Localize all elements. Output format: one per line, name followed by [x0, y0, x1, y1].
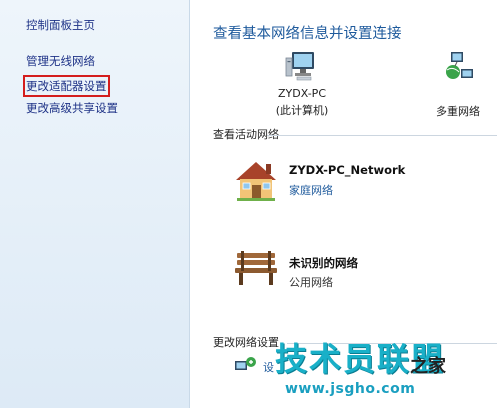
computer-icon: [285, 52, 314, 81]
sidebar-item-control-panel-home[interactable]: 控制面板主页: [26, 17, 95, 33]
watermark-secondary-text: 之家: [410, 356, 446, 377]
sidebar-item-change-adapter-settings[interactable]: 更改适配器设置: [23, 75, 110, 97]
multi-network-node[interactable]: 多重网络: [423, 50, 493, 119]
setup-connection-link[interactable]: 设: [263, 359, 274, 375]
page-title: 查看基本网络信息并设置连接: [213, 26, 402, 42]
home-house-icon: [236, 162, 276, 201]
section-divider: [267, 135, 497, 136]
computer-name: ZYDX-PC: [278, 87, 326, 100]
public-bench-icon: [235, 251, 277, 285]
computer-sub-label: (此计算机): [275, 104, 329, 117]
sidebar-item-manage-wireless[interactable]: 管理无线网络: [26, 53, 95, 69]
network-type-home[interactable]: 家庭网络: [289, 182, 333, 198]
change-settings-header: 更改网络设置: [213, 336, 279, 349]
network-type-public[interactable]: 公用网络: [289, 274, 333, 290]
sidebar-item-advanced-sharing[interactable]: 更改高级共享设置: [26, 100, 118, 116]
multi-network-label: 多重网络: [436, 105, 480, 118]
network-globe-icon: [446, 52, 473, 79]
active-networks-header: 查看活动网络: [213, 128, 279, 141]
watermark-url: www.jsgho.com: [285, 381, 416, 397]
network-name-home: ZYDX-PC_Network: [289, 163, 406, 177]
network-name-unidentified: 未识别的网络: [289, 256, 358, 270]
computer-node[interactable]: ZYDX-PC (此计算机): [257, 50, 347, 118]
network-setup-icon: [235, 357, 256, 370]
left-sidebar: 控制面板主页 管理无线网络 更改适配器设置 更改高级共享设置: [0, 0, 190, 408]
